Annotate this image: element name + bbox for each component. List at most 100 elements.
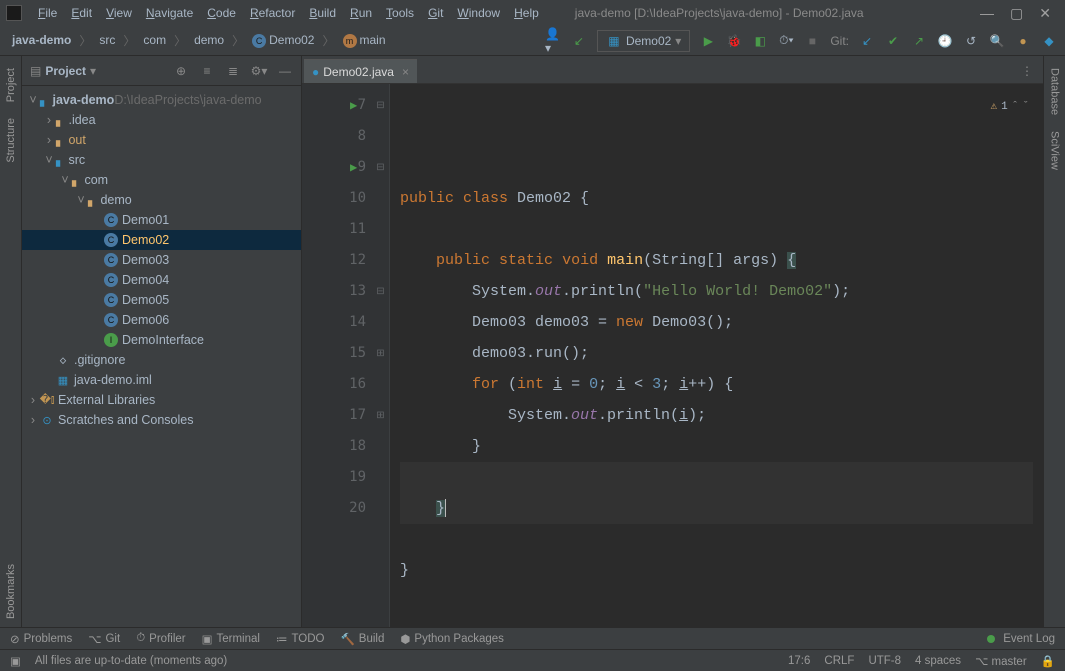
- line-separator[interactable]: CRLF: [824, 655, 854, 667]
- code-line[interactable]: for (int i = 0; i < 3; i++) {: [400, 369, 1033, 400]
- tool-build[interactable]: 🔨 Build: [340, 632, 384, 646]
- menu-navigate[interactable]: Navigate: [140, 4, 199, 22]
- breadcrumb-item[interactable]: com: [139, 31, 170, 49]
- rollback-icon[interactable]: ↺: [963, 33, 979, 49]
- breadcrumb-item[interactable]: demo: [190, 31, 228, 49]
- tool-project[interactable]: Project: [3, 60, 19, 110]
- tree-class-demo02[interactable]: CDemo02: [22, 230, 301, 250]
- project-tree[interactable]: ˅▖java-demo D:\IdeaProjects\java-demo›▖.…: [22, 86, 301, 434]
- tree-com[interactable]: ˅▖com: [22, 170, 301, 190]
- expand-all-icon[interactable]: ≡: [199, 63, 215, 79]
- tree-class-demo04[interactable]: CDemo04: [22, 270, 301, 290]
- tool-bookmarks[interactable]: Bookmarks: [3, 556, 19, 627]
- menu-view[interactable]: View: [100, 4, 138, 22]
- debug-button[interactable]: 🐞: [726, 33, 742, 49]
- menu-code[interactable]: Code: [201, 4, 242, 22]
- tree-root[interactable]: ˅▖java-demo D:\IdeaProjects\java-demo: [22, 90, 301, 110]
- git-branch[interactable]: ⌥ master: [975, 654, 1027, 668]
- run-button[interactable]: ▶: [700, 33, 716, 49]
- menu-window[interactable]: Window: [451, 4, 506, 22]
- tool-python-packages[interactable]: ⬢ Python Packages: [400, 632, 504, 646]
- event-log-button[interactable]: Event Log: [987, 633, 1055, 645]
- inspection-widget[interactable]: ⚠1 ˆˇ: [987, 90, 1033, 125]
- profile-button[interactable]: ⏱▾: [778, 33, 794, 49]
- maximize-icon[interactable]: ▢: [1010, 5, 1023, 22]
- tree-src[interactable]: ˅▖src: [22, 150, 301, 170]
- breadcrumb-item[interactable]: src: [95, 31, 119, 49]
- settings-icon[interactable]: ⚙▾: [251, 63, 267, 79]
- tree-class-demo06[interactable]: CDemo06: [22, 310, 301, 330]
- tool-sciview[interactable]: SciView: [1047, 123, 1063, 178]
- tree-gitignore[interactable]: 🝔.gitignore: [22, 350, 301, 370]
- tool-structure[interactable]: Structure: [3, 110, 19, 171]
- ide-status-icon[interactable]: ●: [1015, 33, 1031, 49]
- select-opened-icon[interactable]: ⊕: [173, 63, 189, 79]
- code-line[interactable]: System.out.println("Hello World! Demo02"…: [400, 276, 1033, 307]
- git-pull-icon[interactable]: ↙: [859, 33, 875, 49]
- code-line[interactable]: }: [400, 555, 1033, 586]
- file-encoding[interactable]: UTF-8: [868, 655, 901, 667]
- coverage-button[interactable]: ◧: [752, 33, 768, 49]
- user-icon[interactable]: 👤▾: [545, 33, 561, 49]
- tree-ext-lib[interactable]: ›�⫾External Libraries: [22, 390, 301, 410]
- code-line[interactable]: [400, 586, 1033, 617]
- code-line[interactable]: [400, 462, 1033, 493]
- tool-terminal[interactable]: ▣ Terminal: [202, 632, 260, 646]
- gutter[interactable]: 7▶89▶1011121314151617181920: [302, 84, 372, 627]
- build-icon[interactable]: ↙: [571, 33, 587, 49]
- tab-options-icon[interactable]: ⋮: [1019, 63, 1035, 79]
- breadcrumb-item[interactable]: mmain: [339, 31, 390, 50]
- tool-todo[interactable]: ≔ TODO: [276, 632, 325, 646]
- tree-class-demo03[interactable]: CDemo03: [22, 250, 301, 270]
- hide-icon[interactable]: —: [277, 63, 293, 79]
- code-line[interactable]: }: [400, 431, 1033, 462]
- caret-position[interactable]: 17:6: [788, 655, 810, 667]
- collapse-all-icon[interactable]: ≣: [225, 63, 241, 79]
- tool-profiler[interactable]: ⏱ Profiler: [136, 632, 185, 645]
- breadcrumb-item[interactable]: CDemo02: [248, 31, 318, 50]
- code-line[interactable]: Demo03 demo03 = new Demo03();: [400, 307, 1033, 338]
- breadcrumb-item[interactable]: java-demo: [8, 31, 75, 49]
- tree-out[interactable]: ›▖out: [22, 130, 301, 150]
- tree-class-demointerface[interactable]: IDemoInterface: [22, 330, 301, 350]
- git-commit-icon[interactable]: ✔: [885, 33, 901, 49]
- close-icon[interactable]: ✕: [1039, 5, 1051, 22]
- tree-demo[interactable]: ˅▖demo: [22, 190, 301, 210]
- code-editor[interactable]: ⚠1 ˆˇ public class Demo02 { public stati…: [390, 84, 1043, 627]
- menu-run[interactable]: Run: [344, 4, 378, 22]
- tool-database[interactable]: Database: [1047, 60, 1063, 123]
- minimize-icon[interactable]: —: [980, 5, 994, 22]
- stop-button[interactable]: ■: [804, 33, 820, 49]
- menu-git[interactable]: Git: [422, 4, 449, 22]
- history-icon[interactable]: 🕘: [937, 33, 953, 49]
- menu-help[interactable]: Help: [508, 4, 545, 22]
- breadcrumb[interactable]: java-demo〉src〉com〉demo〉CDemo02〉mmain: [8, 31, 390, 50]
- code-line[interactable]: demo03.run();: [400, 338, 1033, 369]
- tree-class-demo01[interactable]: CDemo01: [22, 210, 301, 230]
- menu-tools[interactable]: Tools: [380, 4, 420, 22]
- menu-refactor[interactable]: Refactor: [244, 4, 301, 22]
- code-line[interactable]: System.out.println(i);: [400, 400, 1033, 431]
- menu-build[interactable]: Build: [303, 4, 342, 22]
- code-line[interactable]: }: [400, 493, 1033, 524]
- code-line[interactable]: [400, 524, 1033, 555]
- tree-iml[interactable]: ▦java-demo.iml: [22, 370, 301, 390]
- indent-setting[interactable]: 4 spaces: [915, 655, 961, 667]
- search-icon[interactable]: 🔍: [989, 33, 1005, 49]
- menu-edit[interactable]: Edit: [65, 4, 98, 22]
- run-config-selector[interactable]: ▦ Demo02 ▾: [597, 30, 690, 52]
- code-line[interactable]: public static void main(String[] args) {: [400, 245, 1033, 276]
- tree-scratches[interactable]: ›⊙Scratches and Consoles: [22, 410, 301, 430]
- code-line[interactable]: [400, 214, 1033, 245]
- tree-idea[interactable]: ›▖.idea: [22, 110, 301, 130]
- tree-class-demo05[interactable]: CDemo05: [22, 290, 301, 310]
- code-line[interactable]: public class Demo02 {: [400, 183, 1033, 214]
- tab-demo02[interactable]: ● Demo02.java ×: [304, 59, 417, 83]
- tool-git[interactable]: ⌥ Git: [88, 632, 120, 646]
- fold-column[interactable]: ⊟⊟⊟⊞⊞: [372, 84, 390, 627]
- git-push-icon[interactable]: ↗: [911, 33, 927, 49]
- ide-errors-icon[interactable]: ◆: [1041, 33, 1057, 49]
- lock-icon[interactable]: 🔒: [1041, 654, 1055, 668]
- close-tab-icon[interactable]: ×: [402, 65, 409, 79]
- menu-file[interactable]: File: [32, 4, 63, 22]
